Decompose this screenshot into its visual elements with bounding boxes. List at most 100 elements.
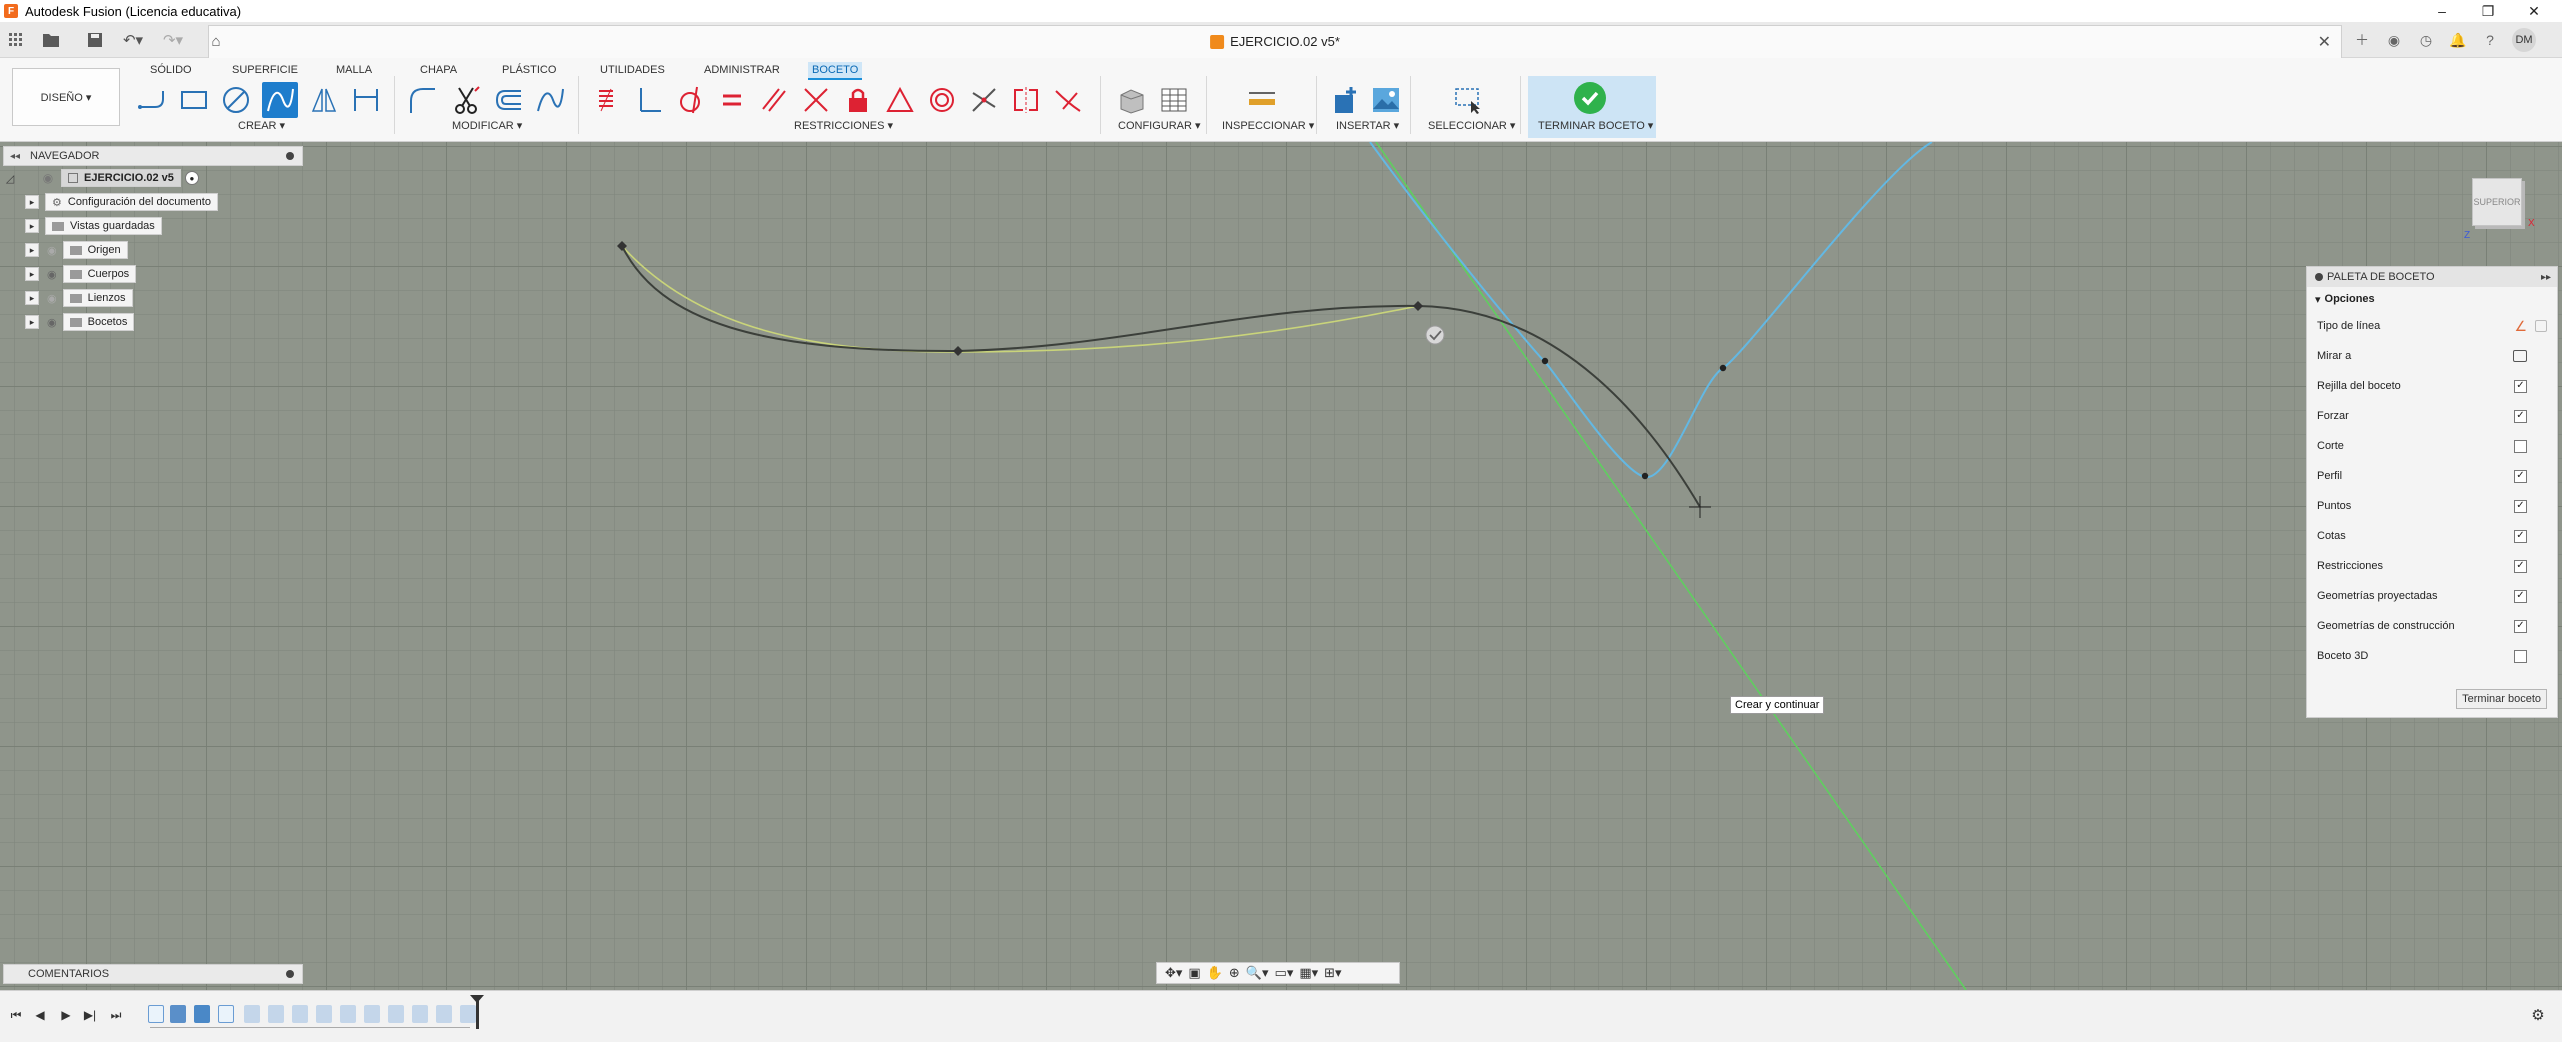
dimensions-checkbox[interactable]: ✓ <box>2514 529 2527 543</box>
expand-icon[interactable]: ▸ <box>25 267 39 281</box>
expand-icon[interactable]: ▸ <box>25 315 39 329</box>
timeline-sketch-feature[interactable] <box>148 1005 164 1023</box>
dimension-tool-icon[interactable] <box>348 82 384 118</box>
look-at-icon[interactable] <box>2513 350 2527 362</box>
visibility-eye-icon[interactable]: ◉ <box>47 244 57 257</box>
configure-icon[interactable] <box>1114 82 1150 118</box>
spline-fit-point[interactable] <box>953 346 963 356</box>
constraints-checkbox[interactable]: ✓ <box>2514 559 2527 573</box>
coincident-constraint-icon[interactable] <box>590 82 626 118</box>
tab-surface[interactable]: SUPERFICIE <box>228 62 302 78</box>
add-comment-icon[interactable] <box>286 970 294 978</box>
modify-group-label[interactable]: MODIFICAR ▾ <box>452 119 522 132</box>
spline-point[interactable] <box>1541 357 1549 365</box>
expand-panel-icon[interactable]: ▸▸ <box>2541 272 2551 283</box>
home-icon[interactable]: ⌂ <box>209 29 223 53</box>
finish-sketch-label[interactable]: TERMINAR BOCETO ▾ <box>1538 119 1653 132</box>
extensions-icon[interactable]: ◉ <box>2382 28 2406 52</box>
comments-panel[interactable]: COMENTARIOS <box>3 964 303 984</box>
tab-plastic[interactable]: PLÁSTICO <box>498 62 560 78</box>
timeline-feature[interactable] <box>460 1005 476 1023</box>
insert-group-label[interactable]: INSERTAR ▾ <box>1336 119 1399 132</box>
spline-tool-icon[interactable] <box>262 82 298 118</box>
timeline-feature[interactable] <box>340 1005 356 1023</box>
construction-geometries-checkbox[interactable]: ✓ <box>2514 619 2527 633</box>
view-cube-face-label[interactable]: SUPERIOR <box>2473 197 2520 207</box>
close-tab-icon[interactable]: ✕ <box>2318 32 2331 52</box>
commit-check-icon[interactable] <box>1425 325 1445 345</box>
tab-manage[interactable]: ADMINISTRAR <box>700 62 784 78</box>
sketch-geometry[interactable] <box>0 142 2562 990</box>
rectangle-tool-icon[interactable] <box>176 82 212 118</box>
expand-icon[interactable]: ▸ <box>25 195 39 209</box>
perpendicular-constraint-icon[interactable] <box>630 82 666 118</box>
visibility-eye-icon[interactable]: ◉ <box>47 316 57 329</box>
sketch-curve-icon[interactable] <box>532 82 568 118</box>
timeline-settings-gear-icon[interactable]: ⚙ <box>2528 1005 2548 1025</box>
redo-icon[interactable]: ↷▾ <box>156 28 190 52</box>
document-tab[interactable]: ⌂ EJERCICIO.02 v5* ✕ <box>208 25 2342 58</box>
options-section[interactable]: ▾ Opciones <box>2315 293 2375 306</box>
slice-checkbox[interactable] <box>2514 439 2527 453</box>
pin-icon[interactable] <box>2315 273 2323 281</box>
tangent-constraint-icon[interactable] <box>672 82 708 118</box>
3d-sketch-checkbox[interactable] <box>2514 649 2527 663</box>
collapse-panel-icon[interactable]: ◂◂ <box>10 151 20 162</box>
insert-canvas-icon[interactable] <box>1368 82 1404 118</box>
offset-tool-icon[interactable] <box>490 82 526 118</box>
activate-radio-icon[interactable]: ● <box>184 171 199 185</box>
expand-icon[interactable]: ▸ <box>25 291 39 305</box>
browser-item-canvases[interactable]: ▸ ◉ Lienzos <box>25 288 133 308</box>
midpoint-constraint-icon[interactable] <box>882 82 918 118</box>
timeline-marker-head-icon[interactable] <box>470 995 484 1003</box>
timeline-feature[interactable] <box>316 1005 332 1023</box>
trim-tool-icon[interactable] <box>448 82 484 118</box>
tab-sketch[interactable]: BOCETO <box>808 62 863 80</box>
projected-geometries-checkbox[interactable]: ✓ <box>2514 589 2527 603</box>
timeline-feature[interactable] <box>364 1005 380 1023</box>
file-menu-icon[interactable] <box>38 28 64 52</box>
pin-icon[interactable] <box>286 152 294 160</box>
timeline-feature[interactable] <box>388 1005 404 1023</box>
create-group-label[interactable]: CREAR ▾ <box>238 119 285 132</box>
visibility-eye-icon[interactable]: ◉ <box>47 292 57 305</box>
new-tab-icon[interactable]: ＋ <box>2350 28 2374 52</box>
browser-root[interactable]: ◿ ◉ EJERCICIO.02 v5 ● <box>3 168 199 188</box>
display-settings-icon[interactable]: ▭▾ <box>1275 965 1294 981</box>
viewport-canvas[interactable]: SUPERIOR Z X <box>0 142 2562 990</box>
workspace-switcher[interactable]: DISEÑO ▾ <box>12 68 120 126</box>
centerline-icon[interactable] <box>2535 320 2547 332</box>
points-checkbox[interactable]: ✓ <box>2514 499 2527 513</box>
select-group-label[interactable]: SELECCIONAR ▾ <box>1428 119 1515 132</box>
browser-item-document-settings[interactable]: ▸ ⚙ Configuración del documento <box>25 192 218 212</box>
help-icon[interactable]: ? <box>2478 28 2502 52</box>
maximize-button[interactable]: ❐ <box>2470 0 2506 22</box>
orbit-icon[interactable]: ✥▾ <box>1165 965 1182 981</box>
finish-sketch-button[interactable]: Terminar boceto <box>2456 689 2547 709</box>
timeline-play-icon[interactable]: ▶ <box>56 1005 76 1025</box>
timeline-feature[interactable] <box>244 1005 260 1023</box>
close-window-button[interactable]: ✕ <box>2516 0 2552 22</box>
grid-settings-icon[interactable]: ▦▾ <box>1299 965 1318 981</box>
tab-sheet-metal[interactable]: CHAPA <box>416 62 461 78</box>
user-avatar[interactable]: DM <box>2512 28 2536 52</box>
configure-group-label[interactable]: CONFIGURAR ▾ <box>1118 119 1201 132</box>
app-grid-icon[interactable] <box>6 28 26 52</box>
profile-checkbox[interactable]: ✓ <box>2514 469 2527 483</box>
constraints-group-label[interactable]: RESTRICCIONES ▾ <box>794 119 893 132</box>
browser-item-sketches[interactable]: ▸ ◉ Bocetos <box>25 312 135 332</box>
look-at-nav-icon[interactable]: ▣ <box>1188 965 1200 981</box>
curvature-constraint-icon[interactable] <box>1050 82 1086 118</box>
notifications-icon[interactable]: 🔔 <box>2446 28 2470 52</box>
parallel-constraint-icon[interactable] <box>756 82 792 118</box>
fix-constraint-icon[interactable] <box>840 82 876 118</box>
line-tool-icon[interactable] <box>134 82 170 118</box>
mirror-tool-icon[interactable] <box>306 82 342 118</box>
finish-sketch-check-icon[interactable] <box>1574 82 1606 114</box>
timeline-feature[interactable] <box>412 1005 428 1023</box>
construction-line-icon[interactable]: ∠ <box>2514 318 2527 335</box>
spline-point[interactable] <box>1719 364 1727 372</box>
fit-icon[interactable]: 🔍▾ <box>1246 965 1269 981</box>
visibility-eye-icon[interactable]: ◉ <box>47 268 57 281</box>
timeline-sketch-feature[interactable] <box>218 1005 234 1023</box>
